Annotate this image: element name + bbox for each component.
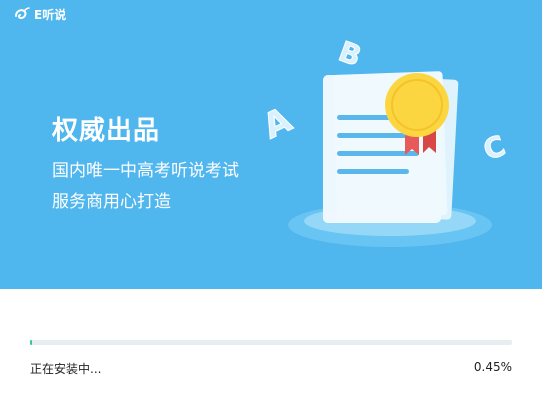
app-logo: E听说 (13, 6, 66, 23)
header-banner: E听说 权威出品 国内唯一中高考听说考试 服务商用心打造 A B C (0, 0, 542, 289)
certificate-illustration: A B C (256, 34, 510, 247)
tagline-line-2: 服务商用心打造 (52, 192, 171, 212)
letter-b: B (334, 35, 365, 73)
headline: 权威出品 (52, 116, 161, 146)
medal-icon (385, 73, 449, 137)
install-status-text: 正在安装中... (30, 362, 102, 376)
logo-text: E听说 (34, 8, 67, 22)
letter-a: A (257, 99, 298, 147)
logo-icon (15, 6, 30, 19)
install-progress-fill (30, 340, 32, 345)
install-progress-bar (30, 340, 512, 345)
install-percent-text: 0.45% (473, 360, 512, 374)
tagline-line-1: 国内唯一中高考听说考试 (52, 161, 239, 181)
letter-c: C (479, 129, 510, 167)
